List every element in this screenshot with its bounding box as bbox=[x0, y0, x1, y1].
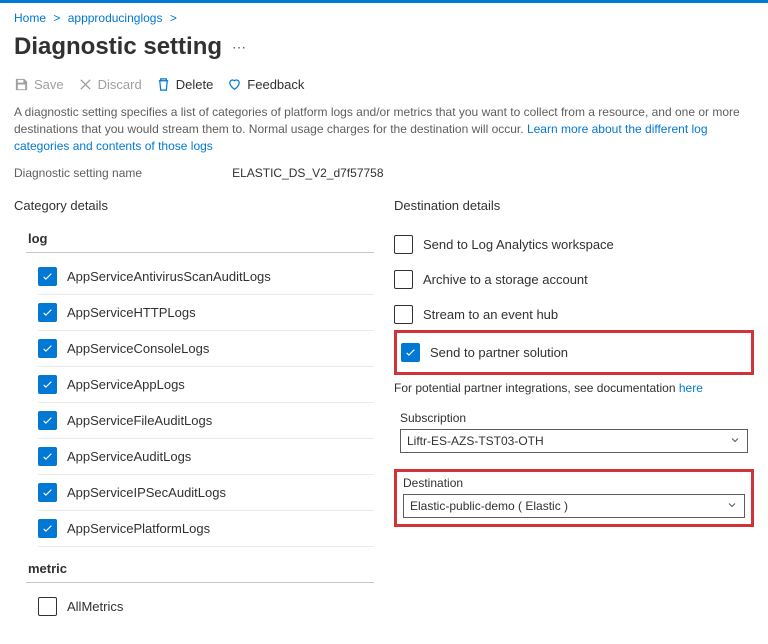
dest-option: Archive to a storage account bbox=[423, 272, 588, 287]
breadcrumb-resource[interactable]: appproducinglogs bbox=[68, 11, 163, 25]
heart-icon bbox=[227, 77, 242, 92]
checkbox-eventhub[interactable] bbox=[394, 305, 413, 324]
checkbox[interactable] bbox=[38, 411, 57, 430]
chevron-right-icon: > bbox=[53, 11, 60, 25]
chevron-down-icon bbox=[729, 434, 741, 449]
setting-name-label: Diagnostic setting name bbox=[14, 166, 142, 180]
description-text: A diagnostic setting specifies a list of… bbox=[14, 104, 754, 154]
dest-option: Send to Log Analytics workspace bbox=[423, 237, 614, 252]
partner-note: For potential partner integrations, see … bbox=[394, 381, 754, 395]
save-button[interactable]: Save bbox=[14, 77, 64, 92]
checkbox-partner[interactable] bbox=[401, 343, 420, 362]
log-category: AppServiceHTTPLogs bbox=[67, 305, 196, 320]
subscription-label: Subscription bbox=[400, 411, 748, 425]
log-category: AppServicePlatformLogs bbox=[67, 521, 210, 536]
checkbox[interactable] bbox=[38, 375, 57, 394]
highlight-partner: Send to partner solution bbox=[394, 330, 754, 375]
dest-option: Send to partner solution bbox=[430, 345, 568, 360]
log-category: AppServiceConsoleLogs bbox=[67, 341, 209, 356]
log-category: AppServiceAppLogs bbox=[67, 377, 185, 392]
metric-section-header: metric bbox=[26, 557, 374, 583]
discard-button[interactable]: Discard bbox=[78, 77, 142, 92]
checkbox[interactable] bbox=[38, 303, 57, 322]
destination-heading: Destination details bbox=[394, 198, 754, 213]
log-category: AppServiceFileAuditLogs bbox=[67, 413, 212, 428]
breadcrumb: Home > appproducinglogs > bbox=[0, 7, 768, 27]
destination-select[interactable]: Elastic-public-demo ( Elastic ) bbox=[403, 494, 745, 518]
checkbox[interactable] bbox=[38, 519, 57, 538]
chevron-down-icon bbox=[726, 499, 738, 514]
partner-doc-link[interactable]: here bbox=[679, 381, 703, 395]
feedback-button[interactable]: Feedback bbox=[227, 77, 304, 92]
checkbox-storage[interactable] bbox=[394, 270, 413, 289]
category-heading: Category details bbox=[14, 198, 374, 213]
delete-icon bbox=[156, 77, 171, 92]
log-category: AppServiceAntivirusScanAuditLogs bbox=[67, 269, 271, 284]
save-icon bbox=[14, 77, 29, 92]
setting-name-value: ELASTIC_DS_V2_d7f57758 bbox=[232, 166, 383, 180]
page-title: Diagnostic setting bbox=[14, 33, 222, 61]
checkbox-log-analytics[interactable] bbox=[394, 235, 413, 254]
delete-button[interactable]: Delete bbox=[156, 77, 214, 92]
subscription-select[interactable]: Liftr-ES-AZS-TST03-OTH bbox=[400, 429, 748, 453]
checkbox[interactable] bbox=[38, 483, 57, 502]
checkbox[interactable] bbox=[38, 339, 57, 358]
log-section-header: log bbox=[26, 227, 374, 253]
close-icon bbox=[78, 77, 93, 92]
breadcrumb-home[interactable]: Home bbox=[14, 11, 46, 25]
chevron-right-icon: > bbox=[170, 11, 177, 25]
dest-option: Stream to an event hub bbox=[423, 307, 558, 322]
checkbox[interactable] bbox=[38, 447, 57, 466]
more-icon[interactable]: ⋯ bbox=[232, 39, 246, 56]
log-category: AppServiceAuditLogs bbox=[67, 449, 191, 464]
checkbox[interactable] bbox=[38, 267, 57, 286]
log-category: AppServiceIPSecAuditLogs bbox=[67, 485, 226, 500]
checkbox[interactable] bbox=[38, 597, 57, 616]
destination-label: Destination bbox=[403, 476, 745, 490]
highlight-destination: Destination Elastic-public-demo ( Elasti… bbox=[394, 469, 754, 527]
metric-category: AllMetrics bbox=[67, 599, 123, 614]
